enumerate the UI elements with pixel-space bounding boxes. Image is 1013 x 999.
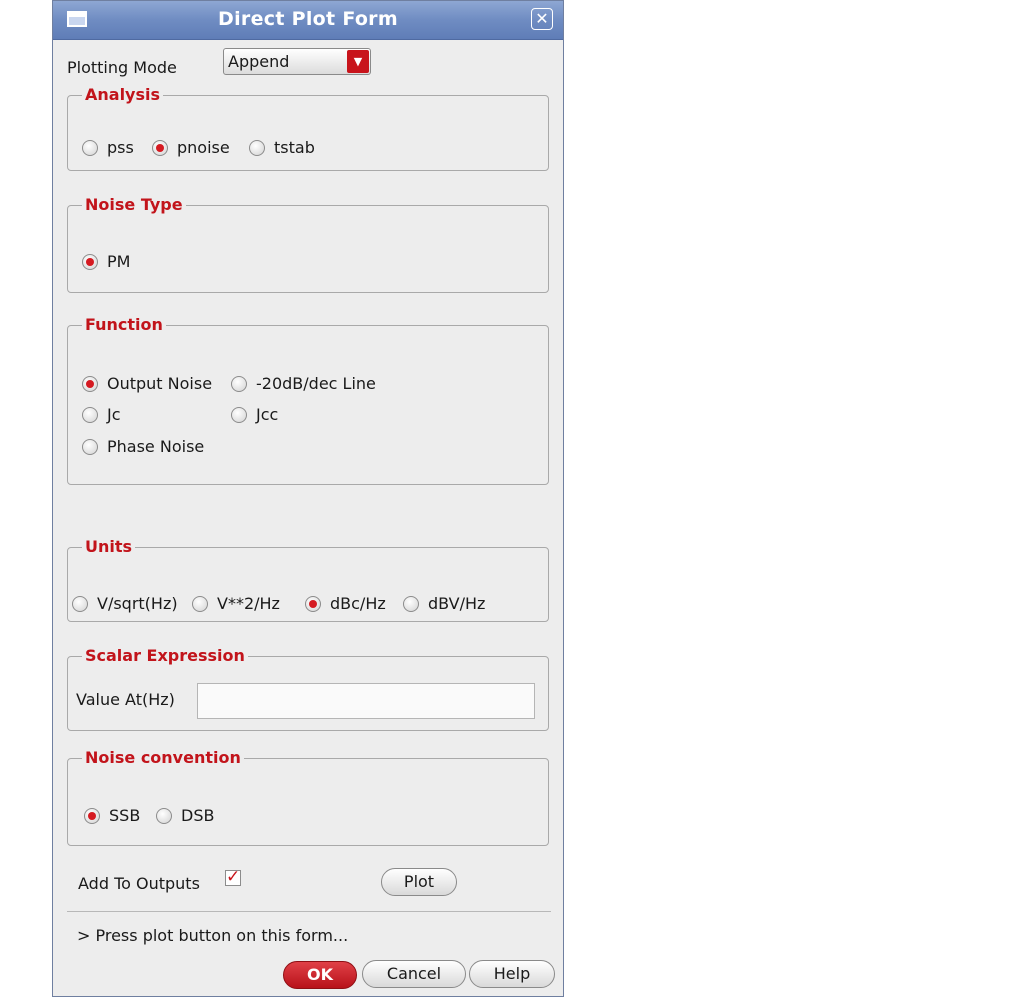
radio-function-jc[interactable]: Jc: [82, 405, 121, 424]
noise-type-group: Noise Type PM: [67, 195, 549, 293]
radio-indicator[interactable]: [249, 139, 265, 156]
radio-label: Phase Noise: [107, 437, 205, 456]
radio-label: Jc: [107, 405, 121, 424]
close-icon[interactable]: ✕: [531, 8, 553, 30]
ok-button[interactable]: OK: [283, 961, 357, 989]
radio-label: DSB: [181, 806, 215, 825]
title-bar[interactable]: Direct Plot Form ✕: [53, 1, 563, 40]
add-to-outputs-label: Add To Outputs: [78, 874, 200, 893]
analysis-group: Analysis pss pnoise tstab: [67, 85, 549, 171]
value-at-label: Value At(Hz): [76, 690, 175, 709]
radio-units-dbchz[interactable]: dBc/Hz: [305, 594, 386, 613]
radio-indicator[interactable]: [403, 595, 419, 612]
radio-analysis-pss[interactable]: pss: [82, 138, 134, 157]
units-title: Units: [82, 537, 136, 557]
radio-indicator[interactable]: [231, 375, 247, 392]
plotting-mode-value: Append: [228, 52, 290, 71]
radio-indicator[interactable]: [82, 406, 98, 423]
scalar-expression-title: Scalar Expression: [82, 646, 248, 666]
radio-label: PM: [107, 252, 131, 271]
radio-label: dBV/Hz: [428, 594, 486, 613]
status-message: > Press plot button on this form...: [77, 926, 349, 945]
plotting-mode-label: Plotting Mode: [67, 58, 177, 77]
radio-indicator[interactable]: [156, 807, 172, 824]
radio-label: SSB: [109, 806, 141, 825]
noise-convention-group: Noise convention SSB DSB: [67, 748, 549, 846]
radio-noise-convention-dsb[interactable]: DSB: [156, 806, 214, 825]
radio-indicator[interactable]: [72, 595, 88, 612]
radio-indicator[interactable]: [305, 595, 321, 612]
function-group: Function Output Noise -20dB/dec Line Jc …: [67, 315, 549, 485]
radio-analysis-tstab[interactable]: tstab: [249, 138, 315, 157]
radio-indicator[interactable]: [152, 139, 168, 156]
radio-noise-convention-ssb[interactable]: SSB: [84, 806, 140, 825]
direct-plot-form-window: Direct Plot Form ✕ Plotting Mode Append …: [52, 0, 564, 997]
function-title: Function: [82, 315, 166, 335]
radio-indicator[interactable]: [192, 595, 208, 612]
radio-label: pnoise: [177, 138, 230, 157]
radio-indicator[interactable]: [231, 406, 247, 423]
window-title: Direct Plot Form: [218, 8, 398, 30]
cancel-button[interactable]: Cancel: [362, 960, 466, 988]
radio-label: Output Noise: [107, 374, 213, 393]
radio-function-phase-noise[interactable]: Phase Noise: [82, 437, 204, 456]
radio-label: -20dB/dec Line: [256, 374, 376, 393]
analysis-title: Analysis: [82, 85, 164, 105]
radio-label: tstab: [274, 138, 315, 157]
help-button[interactable]: Help: [469, 960, 555, 988]
radio-units-v2hz[interactable]: V**2/Hz: [192, 594, 280, 613]
chevron-down-icon[interactable]: ▼: [347, 50, 369, 73]
plot-button[interactable]: Plot: [381, 868, 457, 896]
radio-label: V/sqrt(Hz): [97, 594, 178, 613]
radio-label: V**2/Hz: [217, 594, 280, 613]
separator: [67, 911, 551, 912]
radio-analysis-pnoise[interactable]: pnoise: [152, 138, 230, 157]
units-group: Units V/sqrt(Hz) V**2/Hz dBc/Hz dBV/Hz: [67, 537, 549, 622]
plotting-mode-select[interactable]: Append ▼: [223, 48, 371, 75]
radio-units-dbvhz[interactable]: dBV/Hz: [403, 594, 485, 613]
noise-type-title: Noise Type: [82, 195, 186, 215]
radio-indicator[interactable]: [82, 139, 98, 156]
radio-label: dBc/Hz: [330, 594, 386, 613]
radio-indicator[interactable]: [84, 807, 100, 824]
add-to-outputs-checkbox[interactable]: ✓: [225, 869, 241, 886]
radio-function-output-noise[interactable]: Output Noise: [82, 374, 212, 393]
radio-function-20db-line[interactable]: -20dB/dec Line: [231, 374, 376, 393]
radio-noise-type-pm[interactable]: PM: [82, 252, 130, 271]
radio-function-jcc[interactable]: Jcc: [231, 405, 278, 424]
radio-label: pss: [107, 138, 134, 157]
radio-indicator[interactable]: [82, 438, 98, 455]
radio-units-vsqrthz[interactable]: V/sqrt(Hz): [72, 594, 178, 613]
noise-convention-title: Noise convention: [82, 748, 244, 768]
value-at-input[interactable]: [197, 683, 535, 719]
radio-label: Jcc: [256, 405, 279, 424]
radio-indicator[interactable]: [82, 253, 98, 270]
radio-indicator[interactable]: [82, 375, 98, 392]
